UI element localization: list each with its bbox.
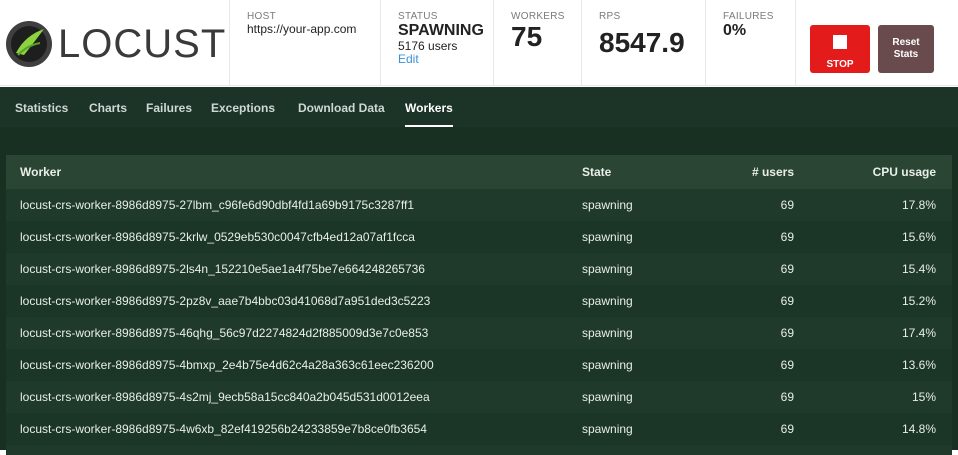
worker-name: locust-crs-worker-8986d8975-27lbm_c96fe6… bbox=[6, 189, 568, 221]
worker-name: locust-crs-worker-8986d8975-2ls4n_152210… bbox=[6, 253, 568, 285]
table-row: locust-crs-worker-8986d8975-2ls4n_152210… bbox=[6, 253, 952, 285]
header-state[interactable]: State bbox=[568, 155, 718, 189]
worker-cpu: 14.8% bbox=[794, 413, 952, 445]
table-row: locust-crs-worker-8986d8975-2krlw_0529eb… bbox=[6, 221, 952, 253]
header-cpu-usage[interactable]: CPU usage bbox=[794, 155, 952, 189]
worker-state: spawning bbox=[568, 189, 718, 221]
tab-failures[interactable]: Failures bbox=[146, 87, 192, 127]
worker-cpu: 13.6% bbox=[794, 349, 952, 381]
worker-state: spawning bbox=[568, 317, 718, 349]
header-worker[interactable]: Worker bbox=[6, 155, 568, 189]
host-value: https://your-app.com bbox=[247, 22, 357, 36]
worker-name: locust-crs-worker-8986d8975-2krlw_0529eb… bbox=[6, 221, 568, 253]
stats-label: Stats bbox=[893, 49, 919, 60]
status-label: STATUS bbox=[398, 11, 438, 22]
worker-cpu: 15% bbox=[794, 381, 952, 413]
worker-users: 69 bbox=[718, 253, 794, 285]
failures-stat: FAILURES 0% bbox=[705, 0, 795, 86]
tab-exceptions[interactable]: Exceptions bbox=[211, 87, 275, 127]
worker-users: 69 bbox=[718, 317, 794, 349]
worker-name: locust-crs-worker-8986d8975-2pz8v_aae7b4… bbox=[6, 285, 568, 317]
worker-users: 69 bbox=[718, 381, 794, 413]
worker-cpu: 17.4% bbox=[794, 317, 952, 349]
rps-label: RPS bbox=[599, 11, 621, 22]
worker-users: 69 bbox=[718, 285, 794, 317]
worker-state: spawning bbox=[568, 349, 718, 381]
failures-value: 0% bbox=[723, 22, 747, 39]
tab-statistics[interactable]: Statistics bbox=[15, 87, 68, 127]
table-row: locust-crs-worker-8986d8975-46qhg_56c97d… bbox=[6, 317, 952, 349]
header-users[interactable]: # users bbox=[718, 155, 794, 189]
workers-stat: WORKERS 75 bbox=[493, 0, 580, 86]
worker-name: locust-crs-worker-8986d8975-4w6xb_82ef41… bbox=[6, 413, 568, 445]
stop-label: STOP bbox=[826, 59, 854, 70]
worker-state: spawning bbox=[568, 381, 718, 413]
worker-name: locust-crs-worker-8986d8975-4s2mj_9ecb58… bbox=[6, 381, 568, 413]
tab-bar: Statistics Charts Failures Exceptions Do… bbox=[0, 87, 958, 127]
header: LOCUST HOST https://your-app.com STATUS … bbox=[0, 0, 958, 86]
rps-stat: RPS 8547.9 bbox=[581, 0, 705, 86]
worker-cpu: 15.6% bbox=[794, 221, 952, 253]
table-header-row: Worker State # users CPU usage bbox=[6, 155, 952, 189]
worker-users: 69 bbox=[718, 349, 794, 381]
workers-value: 75 bbox=[511, 21, 543, 52]
table-row: locust-crs-worker-8986d8975-4bmxp_2e4b75… bbox=[6, 349, 952, 381]
locust-logo[interactable]: LOCUST bbox=[4, 19, 226, 69]
status-stat: STATUS SPAWNING 5176 users Edit bbox=[380, 0, 493, 86]
table-row: locust-crs-worker-8986d8975-2pz8v_aae7b4… bbox=[6, 285, 952, 317]
worker-state: spawning bbox=[568, 253, 718, 285]
host-label: HOST bbox=[247, 11, 276, 22]
worker-cpu: 17.8% bbox=[794, 189, 952, 221]
host-stat: HOST https://your-app.com bbox=[229, 0, 379, 86]
worker-state: spawning bbox=[568, 221, 718, 253]
workers-content: Worker State # users CPU usage locust-cr… bbox=[0, 127, 958, 455]
status-users: 5176 users bbox=[398, 39, 458, 53]
stop-icon bbox=[833, 35, 847, 49]
worker-cpu: 15.4% bbox=[794, 253, 952, 285]
worker-users: 69 bbox=[718, 413, 794, 445]
table-row: locust-crs-worker-8986d8975-4s2mj_9ecb58… bbox=[6, 381, 952, 413]
failures-label: FAILURES bbox=[723, 11, 774, 22]
worker-cpu: 15.2% bbox=[794, 285, 952, 317]
worker-users: 69 bbox=[718, 221, 794, 253]
edit-link[interactable]: Edit bbox=[398, 53, 493, 66]
logo-text: LOCUST bbox=[58, 22, 227, 66]
worker-name: locust-crs-worker-8986d8975-46qhg_56c97d… bbox=[6, 317, 568, 349]
rps-value: 8547.9 bbox=[599, 27, 685, 58]
worker-state: spawning bbox=[568, 285, 718, 317]
worker-users: 69 bbox=[718, 189, 794, 221]
locust-logo-icon bbox=[6, 21, 52, 67]
status-value: SPAWNING bbox=[398, 22, 484, 39]
worker-name: locust-crs-worker-8986d8975-4bmxp_2e4b75… bbox=[6, 349, 568, 381]
tab-download-data[interactable]: Download Data bbox=[298, 87, 385, 127]
reset-label: Reset bbox=[892, 37, 920, 48]
reset-stats-button[interactable]: Reset Stats bbox=[878, 25, 934, 73]
stop-button[interactable]: STOP bbox=[810, 25, 870, 73]
tab-workers[interactable]: Workers bbox=[405, 87, 453, 127]
tab-charts[interactable]: Charts bbox=[89, 87, 127, 127]
table-row: locust-crs-worker-8986d8975-4w6xb_82ef41… bbox=[6, 413, 952, 445]
workers-table: Worker State # users CPU usage locust-cr… bbox=[6, 155, 952, 445]
worker-state: spawning bbox=[568, 413, 718, 445]
table-row: locust-crs-worker-8986d8975-27lbm_c96fe6… bbox=[6, 189, 952, 221]
workers-panel: Worker State # users CPU usage locust-cr… bbox=[6, 155, 952, 455]
